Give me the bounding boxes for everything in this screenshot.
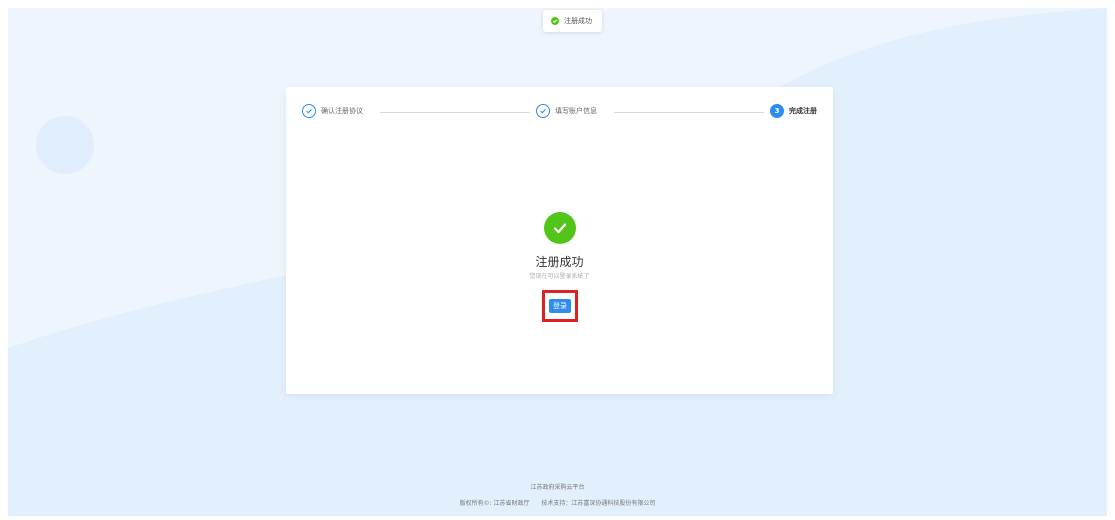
step-label: 完成注册 — [789, 107, 817, 115]
steps-bar: 确认注册协议 填写账户信息 3 完成注册 — [302, 102, 817, 122]
registration-card: 确认注册协议 填写账户信息 3 完成注册 注册成功 您现在可以登录系统了 登录 — [286, 87, 833, 394]
result-subtitle: 您现在可以登录系统了 — [529, 273, 590, 280]
step-number: 3 — [770, 104, 784, 118]
step-complete: 3 完成注册 — [770, 104, 817, 118]
footer-platform: 江苏政府采购云平台 — [530, 484, 585, 491]
toast-text: 注册成功 — [564, 17, 592, 25]
success-toast: 注册成功 — [543, 10, 602, 32]
step-fill-account: 填写账户信息 — [536, 104, 597, 118]
check-circle-icon — [536, 104, 550, 118]
footer-copyright: 版权所有©: 江苏省财政厅 — [459, 500, 530, 507]
check-circle-icon — [302, 104, 316, 118]
page-background: 注册成功 确认注册协议 填写账户信息 3 完成注册 注册成功 您现在可以登录系统… — [8, 8, 1107, 516]
footer-support: 技术支持：江苏富深协通科技股份有限公司 — [541, 500, 656, 507]
step-confirm-agreement: 确认注册协议 — [302, 104, 363, 118]
result-title: 注册成功 — [535, 255, 584, 269]
step-label: 填写账户信息 — [555, 107, 597, 115]
decorative-circle — [36, 116, 94, 174]
step-connector — [614, 112, 764, 113]
login-button[interactable]: 登录 — [549, 299, 571, 313]
step-label: 确认注册协议 — [321, 107, 363, 115]
success-check-icon — [544, 212, 576, 244]
step-connector — [380, 112, 530, 113]
success-dot-icon — [551, 17, 559, 25]
footer-credits: 版权所有©: 江苏省财政厅 技术支持：江苏富深协通科技股份有限公司 — [8, 498, 1107, 507]
